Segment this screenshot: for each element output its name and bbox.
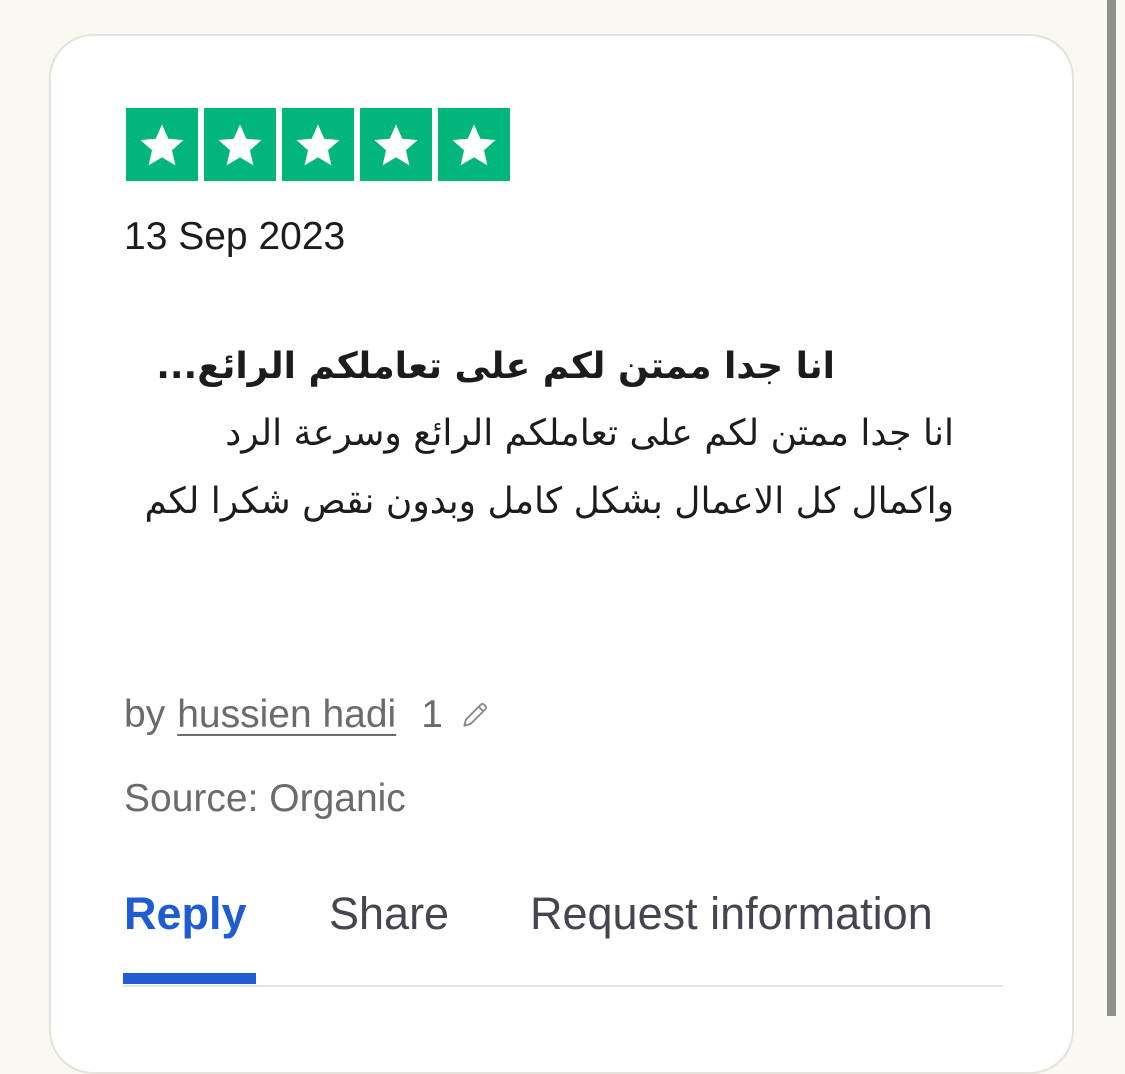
rating-star-1 <box>126 108 198 181</box>
tab-share[interactable]: Share <box>329 884 449 944</box>
pencil-icon <box>463 702 487 727</box>
review-body: انا جدا ممتن لكم على تعاملكم الرائع وسرع… <box>144 413 954 522</box>
author-name-link[interactable]: hussien hadi <box>177 692 396 738</box>
rating-star-3 <box>282 108 354 181</box>
page-scrollbar[interactable] <box>1107 0 1116 1016</box>
active-tab-indicator <box>123 973 256 984</box>
author-review-count: 1 <box>421 693 443 736</box>
star-icon <box>140 123 184 165</box>
star-icon <box>374 123 418 165</box>
tab-reply[interactable]: Reply <box>124 884 247 944</box>
rating-star-2 <box>204 108 276 181</box>
star-icon <box>296 123 340 165</box>
review-author-line: by hussien hadi 1 <box>124 692 491 738</box>
author-prefix: by <box>124 693 166 736</box>
review-source: Source: Organic <box>124 777 406 820</box>
rating-star-4 <box>360 108 432 181</box>
star-icon <box>452 123 496 165</box>
star-icon <box>218 123 262 165</box>
review-title[interactable]: انا جدا ممتن لكم على تعاملكم الرائع... <box>124 340 835 394</box>
star-rating <box>126 108 510 181</box>
rating-star-5 <box>438 108 510 181</box>
review-date: 13 Sep 2023 <box>124 215 346 258</box>
tabs-divider <box>123 985 1003 987</box>
tab-request-information[interactable]: Request information <box>530 884 933 944</box>
